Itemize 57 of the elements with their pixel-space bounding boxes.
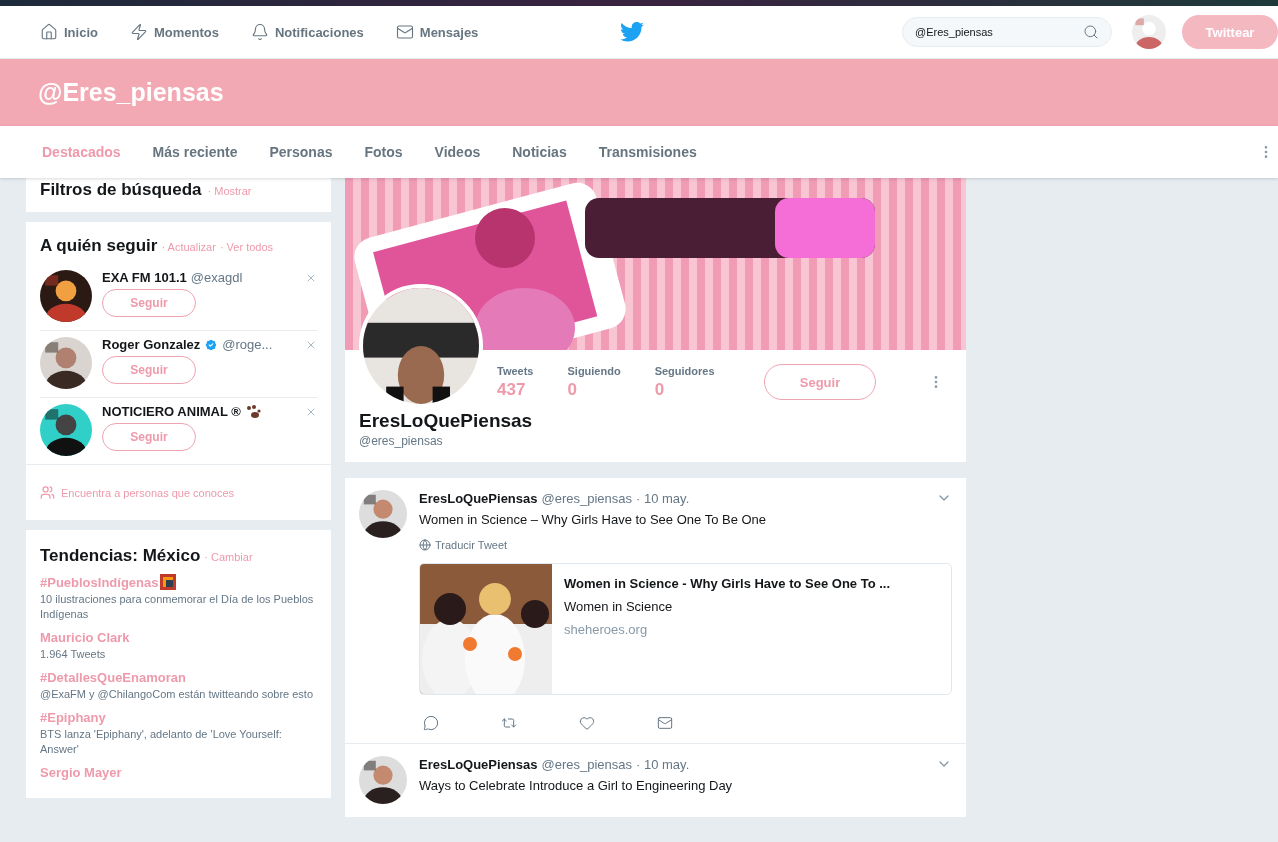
people-icon bbox=[40, 485, 55, 500]
lightning-icon bbox=[129, 23, 148, 41]
paw-icon bbox=[244, 404, 261, 419]
envelope-icon bbox=[395, 23, 414, 41]
link-title: Women in Science - Why Girls Have to See One To ... bbox=[564, 576, 891, 591]
home-icon bbox=[40, 23, 58, 41]
tab[interactable]: Noticias bbox=[512, 144, 567, 160]
nav-link[interactable]: Notificaciones bbox=[250, 23, 364, 41]
tweet-text: Ways to Celebrate Introduce a Girl to Engineering Day bbox=[419, 778, 734, 793]
globe-icon bbox=[419, 539, 431, 551]
search-icon[interactable] bbox=[1083, 24, 1099, 40]
nav-link[interactable]: Momentos bbox=[129, 23, 219, 41]
reply-icon[interactable] bbox=[423, 715, 439, 731]
card-title: Tendencias: México bbox=[40, 546, 201, 566]
profile-handle: @eres_piensas bbox=[358, 433, 444, 450]
trend-description: BTS lanza 'Epiphany', adelanto de 'Love Yourself: Answer' bbox=[40, 727, 283, 757]
tab[interactable]: Fotos bbox=[364, 144, 403, 160]
hashflag-icon bbox=[160, 574, 177, 590]
tweet-handle: @eres_piensas bbox=[541, 756, 633, 772]
profile-name: EresLoQuePiensas bbox=[358, 409, 534, 432]
link-subtitle: Women in Science bbox=[564, 599, 674, 614]
nav-link[interactable]: Mensajes bbox=[395, 23, 479, 41]
translate-link[interactable]: Traducir Tweet bbox=[419, 539, 952, 551]
bird-icon[interactable] bbox=[620, 22, 645, 42]
retweet-icon[interactable] bbox=[501, 715, 517, 731]
account-handle: @exagdl bbox=[190, 270, 243, 285]
tweet-date[interactable]: · 10 may. bbox=[636, 756, 690, 772]
stat-link[interactable]: Seguidores 0 bbox=[654, 364, 715, 400]
link-card[interactable]: Women in Science - Why Girls Have to See One To ... Women in Science sheheroes.org bbox=[419, 563, 952, 695]
bell-icon bbox=[250, 23, 269, 41]
tab[interactable]: Personas bbox=[269, 144, 333, 160]
stat-link[interactable]: Tweets 437 bbox=[497, 364, 534, 400]
tweet-date[interactable]: · 10 may. bbox=[636, 490, 690, 506]
trend-description: 1.964 Tweets bbox=[40, 647, 107, 662]
link-domain: sheheroes.org bbox=[564, 622, 649, 637]
envelope-icon[interactable] bbox=[657, 715, 673, 731]
verified-icon bbox=[204, 337, 219, 352]
nav-link[interactable]: Inicio bbox=[40, 23, 98, 41]
tweet-author[interactable]: EresLoQuePiensas bbox=[419, 756, 538, 772]
tweet-handle: @eres_piensas bbox=[541, 490, 633, 506]
page-title: @Eres_piensas bbox=[38, 78, 224, 107]
card-title: A quién seguir bbox=[40, 236, 158, 256]
account-name[interactable]: EXA FM 101.1 bbox=[102, 270, 187, 285]
trend-description: 10 ilustraciones para conmemorar el Día de los Pueblos Indígenas bbox=[40, 592, 315, 622]
tab[interactable]: Más reciente bbox=[152, 144, 238, 160]
account-name[interactable]: Roger Gonzalez bbox=[102, 337, 201, 352]
account-handle: @roge... bbox=[222, 337, 273, 352]
tab[interactable]: Videos bbox=[434, 144, 481, 160]
heart-icon[interactable] bbox=[579, 715, 595, 731]
stat-link[interactable]: Siguiendo 0 bbox=[567, 364, 621, 400]
tab[interactable]: Transmisiones bbox=[598, 144, 697, 160]
card-title: Filtros de búsqueda bbox=[40, 180, 202, 200]
account-name[interactable]: NOTICIERO ANIMAL ® bbox=[102, 404, 241, 419]
tweet-author[interactable]: EresLoQuePiensas bbox=[419, 490, 538, 506]
search-field[interactable]: @Eres_piensas bbox=[902, 17, 1112, 47]
tweet-text: Women in Science – Why Girls Have to See One To Be One bbox=[419, 512, 768, 527]
trend-description: @ExaFM y @ChilangoCom están twitteando sobre esto bbox=[40, 687, 314, 702]
